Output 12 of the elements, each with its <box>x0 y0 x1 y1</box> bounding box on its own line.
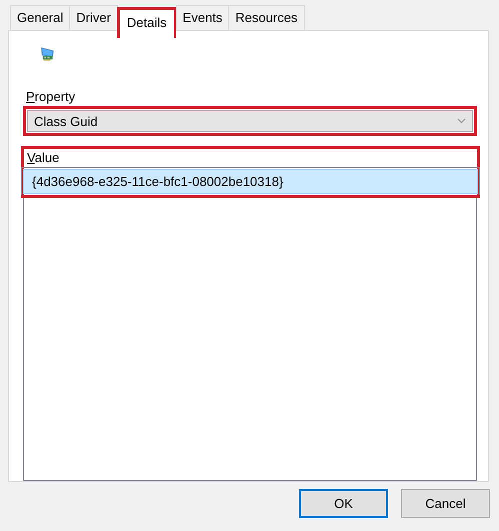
tab[interactable]: Resources <box>228 5 305 30</box>
tab[interactable]: General <box>10 5 70 30</box>
list-item[interactable]: {4d36e968-e325-11ce-bfc1-08002be10318} <box>23 169 478 194</box>
tab[interactable]: Events <box>176 5 230 30</box>
value-label: Value <box>26 149 60 167</box>
tab[interactable]: Details <box>120 10 174 39</box>
value-list[interactable] <box>23 198 477 481</box>
property-dropdown[interactable]: Class Guid <box>27 110 473 132</box>
dialog-button[interactable]: OK <box>299 489 388 518</box>
dialog-button[interactable]: Cancel <box>401 489 490 518</box>
property-label: Property <box>26 89 76 104</box>
caret-icon <box>457 118 466 124</box>
